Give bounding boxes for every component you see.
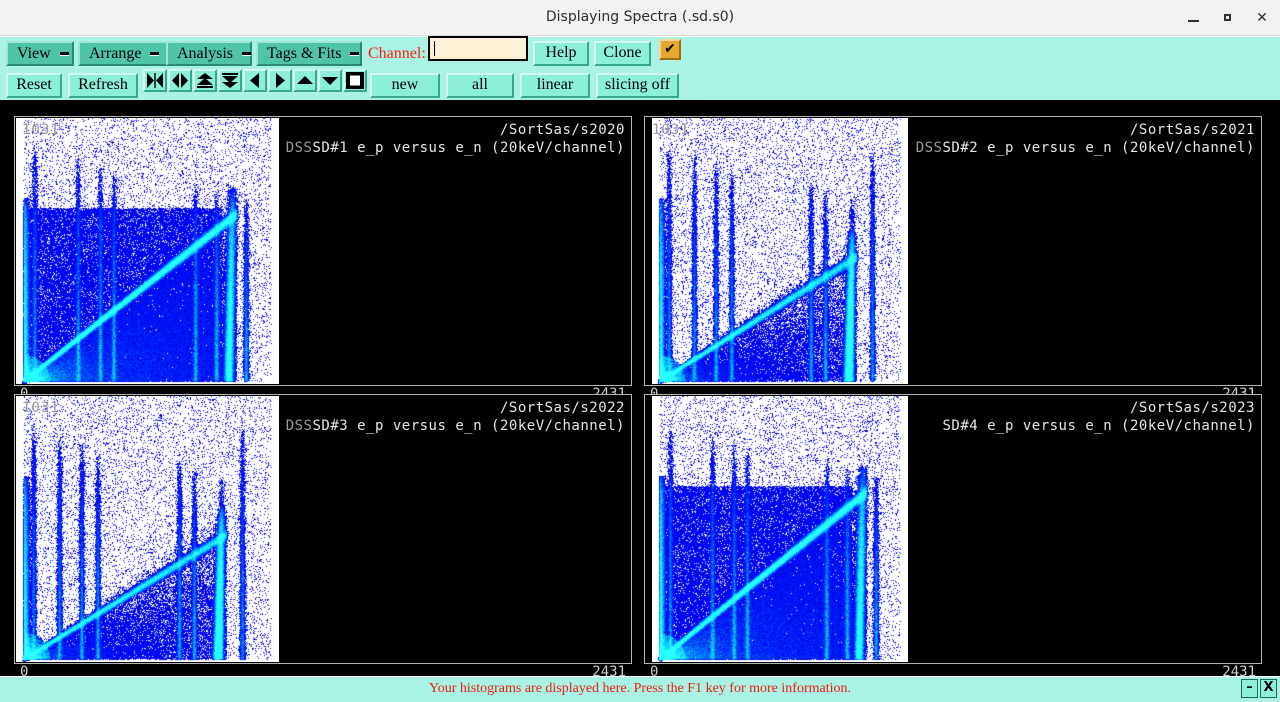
status-close-button[interactable]: X (1260, 679, 1277, 698)
status-bar: Your histograms are displayed here. Pres… (0, 676, 1280, 702)
expand-horizontal-icon[interactable] (168, 69, 192, 92)
panel-1-title-label: DSSSD#1 e_p versus e_n (20keV/channel) (286, 140, 625, 156)
panel-2-title-prefix: DSS (916, 140, 943, 156)
main-toolbar: View Arrange Analysis Tags & Fits Channe… (0, 36, 1280, 100)
panel-2-path-label: /SortSas/s2021 (1130, 122, 1255, 138)
panel-3-ymax-label: 1031 (22, 400, 60, 416)
panel-3-title-label: DSSSD#3 e_p versus e_n (20keV/channel) (286, 418, 625, 434)
spectrum-panel-2[interactable]: 1031 /SortSas/s2021 DSSSD#2 e_p versus e… (644, 116, 1262, 386)
status-minimize-button[interactable]: – (1241, 679, 1258, 698)
panel-1-title-prefix: DSS (286, 140, 313, 156)
arrow-up-icon[interactable] (293, 69, 317, 92)
panel-2-inner: 1031 /SortSas/s2021 DSSSD#2 e_p versus e… (645, 117, 1261, 385)
minimize-icon[interactable] (1185, 9, 1203, 27)
menu-arrange[interactable]: Arrange (78, 41, 170, 66)
menu-arrange-label: Arrange (89, 45, 141, 62)
panel-3-path-label: /SortSas/s2022 (500, 400, 625, 416)
panel-4-path-label: /SortSas/s2023 (1130, 400, 1255, 416)
menu-view-label: View (17, 45, 51, 62)
panel-3-scatter-canvas (16, 396, 279, 662)
menu-analysis-label: Analysis (177, 45, 233, 62)
menu-view[interactable]: View (6, 41, 74, 66)
slicing-button[interactable]: slicing off (596, 73, 679, 98)
panel-1-path-label: /SortSas/s2020 (500, 122, 625, 138)
panel-4-inner: /SortSas/s2023 SD#4 e_p versus e_n (20ke… (645, 395, 1261, 663)
panel-4-title-label: SD#4 e_p versus e_n (20keV/channel) (942, 418, 1255, 434)
panel-4-scatter-canvas (652, 396, 908, 662)
panel-3-inner: 1031 /SortSas/s2022 DSSSD#3 e_p versus e… (15, 395, 631, 663)
panel-3-plot[interactable] (16, 396, 279, 662)
window-titlebar: Displaying Spectra (.sd.s0) ✕ (0, 0, 1280, 36)
spectra-grid: 1031 /SortSas/s2020 DSSSD#1 e_p versus e… (0, 100, 1280, 676)
text-caret (434, 41, 435, 56)
panel-4-title-main: SD#4 e_p versus e_n (20keV/channel) (942, 418, 1255, 434)
chevron-down-icon (350, 52, 359, 56)
refresh-button[interactable]: Refresh (68, 73, 138, 98)
status-message: Your histograms are displayed here. Pres… (0, 677, 1280, 701)
window-title: Displaying Spectra (.sd.s0) (0, 0, 1280, 35)
panel-3-title-prefix: DSS (286, 418, 313, 434)
panel-3-title-main: SD#3 e_p versus e_n (20keV/channel) (312, 418, 625, 434)
collapse-horizontal-icon[interactable] (143, 69, 167, 92)
panel-2-ymax-label: 1031 (652, 122, 690, 138)
panel-1-plot[interactable] (16, 118, 279, 384)
expand-down-double-icon[interactable] (218, 69, 242, 92)
spectrum-panel-1[interactable]: 1031 /SortSas/s2020 DSSSD#1 e_p versus e… (14, 116, 632, 386)
close-icon[interactable]: ✕ (1253, 9, 1271, 27)
panel-2-title-main: SD#2 e_p versus e_n (20keV/channel) (942, 140, 1255, 156)
panel-4-plot[interactable] (652, 396, 908, 662)
arrow-right-icon[interactable] (268, 69, 292, 92)
maximize-icon[interactable] (1218, 9, 1236, 27)
panel-1-scatter-canvas (16, 118, 279, 384)
menu-tags-fits-label: Tags & Fits (267, 45, 341, 62)
linear-button[interactable]: linear (520, 73, 590, 98)
panel-1-ymax-label: 1031 (22, 122, 60, 138)
channel-input[interactable] (428, 36, 528, 61)
help-button[interactable]: Help (533, 41, 589, 66)
panel-2-scatter-canvas (652, 118, 908, 384)
menu-analysis[interactable]: Analysis (166, 41, 252, 66)
menu-tags-fits[interactable]: Tags & Fits (256, 41, 362, 66)
stop-square-icon[interactable] (343, 69, 367, 92)
chevron-down-icon (150, 52, 159, 56)
corner-window-buttons: – X (1240, 679, 1278, 699)
arrow-down-icon[interactable] (318, 69, 342, 92)
panel-2-title-label: DSSSD#2 e_p versus e_n (20keV/channel) (916, 140, 1255, 156)
chevron-down-icon (60, 52, 69, 56)
new-button[interactable]: new (370, 73, 440, 98)
clone-button[interactable]: Clone (594, 41, 651, 66)
spectrum-panel-3[interactable]: 1031 /SortSas/s2022 DSSSD#3 e_p versus e… (14, 394, 632, 664)
spectrum-panel-4[interactable]: /SortSas/s2023 SD#4 e_p versus e_n (20ke… (644, 394, 1262, 664)
expand-up-double-icon[interactable] (193, 69, 217, 92)
panel-1-title-main: SD#1 e_p versus e_n (20keV/channel) (312, 140, 625, 156)
checkmark-toggle[interactable]: ✔ (659, 39, 681, 60)
panel-1-inner: 1031 /SortSas/s2020 DSSSD#1 e_p versus e… (15, 117, 631, 385)
all-button[interactable]: all (446, 73, 514, 98)
channel-label: Channel: (368, 45, 426, 63)
panel-2-plot[interactable] (652, 118, 908, 384)
chevron-down-icon (242, 52, 251, 56)
reset-button[interactable]: Reset (6, 73, 62, 98)
arrow-left-icon[interactable] (243, 69, 267, 92)
